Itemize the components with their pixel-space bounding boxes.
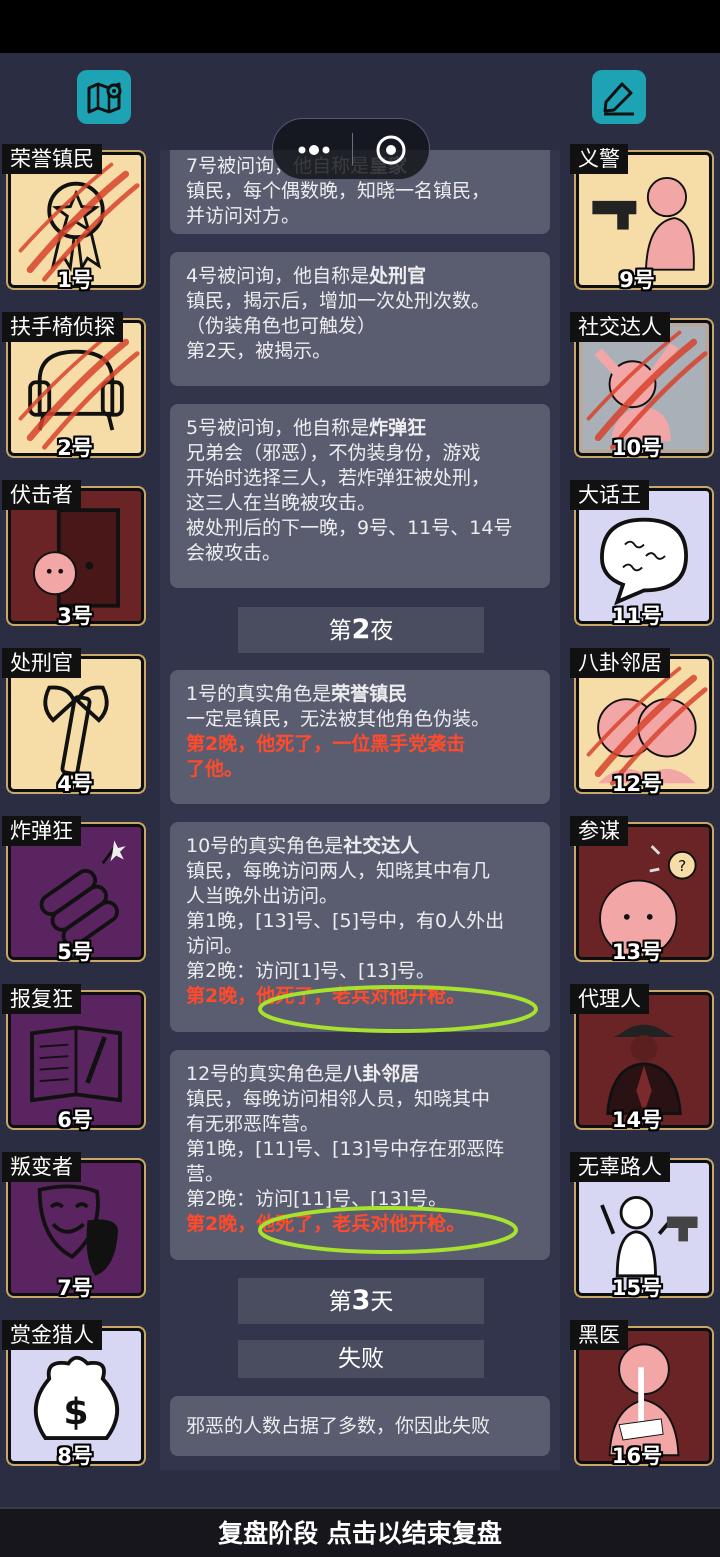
card-role-label: 代理人 [570, 984, 649, 1014]
player-card-1[interactable]: 荣誉镇民 1号 [0, 144, 144, 292]
card-role-label: 扶手椅侦探 [2, 312, 123, 342]
card-role-label: 炸弹狂 [2, 816, 81, 846]
card-player-number: 12号 [611, 772, 663, 796]
player-card-16[interactable]: 黑医 16号 [568, 1320, 712, 1468]
map-pin-icon [87, 82, 122, 114]
highlight-marks [258, 985, 538, 1254]
capsule-divider [352, 133, 353, 165]
card-player-number: 1号 [57, 268, 93, 292]
pen-note-icon [603, 82, 634, 116]
player-card-8[interactable]: $ 赏金猎人 8号 [0, 1320, 144, 1468]
player-card-3[interactable]: 伏击者 3号 [0, 480, 144, 628]
target-circle-icon[interactable] [375, 134, 407, 166]
player-card-6[interactable]: 报复狂 6号 [0, 984, 144, 1132]
card-role-label: 社交达人 [570, 312, 670, 342]
card-role-label: 赏金猎人 [2, 1320, 102, 1350]
card-player-number: 8号 [57, 1444, 93, 1468]
player-card-5[interactable]: 炸弹狂 5号 [0, 816, 144, 964]
card-player-number: 10号 [611, 436, 663, 460]
player-card-14[interactable]: 代理人 14号 [568, 984, 712, 1132]
card-role-label: 大话王 [570, 480, 649, 510]
notes-button[interactable] [592, 70, 646, 124]
card-player-number: 5号 [57, 940, 93, 964]
player-card-11[interactable]: 大话王 11号 [568, 480, 712, 628]
card-role-label: 义警 [570, 144, 628, 174]
player-card-9[interactable]: 义警 9号 [568, 144, 712, 292]
svg-text:?: ? [678, 857, 686, 875]
card-player-number: 3号 [57, 604, 93, 628]
card-role-label: 八卦邻居 [570, 648, 670, 678]
card-player-number: 14号 [611, 1108, 663, 1132]
map-button[interactable] [77, 70, 131, 124]
more-dots-icon[interactable] [291, 136, 337, 164]
player-card-15[interactable]: 无辜路人 15号 [568, 1152, 712, 1300]
review-end-button[interactable]: 复盘阶段 点击以结束复盘 [0, 1507, 720, 1557]
card-player-number: 4号 [57, 772, 93, 796]
highlight-mark [258, 985, 538, 1033]
card-player-number: 11号 [611, 604, 663, 628]
card-role-label: 叛变者 [2, 1152, 81, 1182]
card-player-number: 6号 [57, 1108, 93, 1132]
card-player-number: 9号 [619, 268, 655, 292]
highlight-mark [258, 1206, 518, 1254]
player-card-12[interactable]: 八卦邻居 12号 [568, 648, 712, 796]
card-role-label: 黑医 [570, 1320, 628, 1350]
player-card-2[interactable]: 扶手椅侦探 2号 [0, 312, 144, 460]
card-player-number: 13号 [611, 940, 663, 964]
card-role-label: 无辜路人 [570, 1152, 670, 1182]
svg-text:$: $ [63, 1391, 88, 1434]
card-role-label: 伏击者 [2, 480, 81, 510]
miniprogram-capsule [272, 118, 430, 180]
card-player-number: 2号 [57, 436, 93, 460]
card-role-label: 报复狂 [2, 984, 81, 1014]
player-card-4[interactable]: 处刑官 4号 [0, 648, 144, 796]
card-player-number: 15号 [611, 1276, 663, 1300]
player-card-10[interactable]: 社交达人 10号 [568, 312, 712, 460]
game-log-panel[interactable]: 7号被问询，他自称是皇家 镇民，每个偶数晚，知晓一名镇民， 并访问对方。 4号被… [160, 150, 560, 1470]
card-role-label: 处刑官 [2, 648, 81, 678]
player-card-7[interactable]: 叛变者 7号 [0, 1152, 144, 1300]
status-bar [0, 0, 720, 53]
card-player-number: 7号 [57, 1276, 93, 1300]
player-card-13[interactable]: ? 参谋 13号 [568, 816, 712, 964]
card-role-label: 荣誉镇民 [2, 144, 102, 174]
card-player-number: 16号 [611, 1444, 663, 1468]
card-role-label: 参谋 [570, 816, 628, 846]
game-screen: 7号被问询，他自称是皇家 镇民，每个偶数晚，知晓一名镇民， 并访问对方。 4号被… [0, 0, 720, 1557]
